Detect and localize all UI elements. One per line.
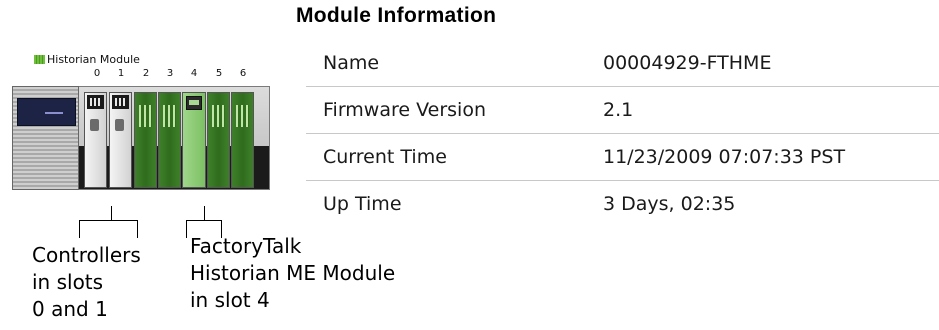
annotation-line: in slot 4 (190, 288, 270, 312)
controller-module-slot-0 (84, 92, 107, 188)
chassis-legend: Historian Module (34, 53, 140, 66)
slot-number: 5 (215, 68, 223, 79)
io-terminal-icon (163, 105, 176, 127)
info-row-up-time: Up Time 3 Days, 02:35 (306, 181, 939, 228)
historian-annotation: FactoryTalk Historian ME Module in slot … (190, 233, 395, 314)
slot-number: 4 (190, 68, 198, 79)
module-display-icon (87, 95, 104, 109)
module-info-table: Name 00004929-FTHME Firmware Version 2.1… (306, 40, 939, 227)
info-value: 2.1 (603, 86, 939, 134)
module-information-heading: Module Information (296, 4, 497, 27)
chassis-legend-label: Historian Module (47, 53, 140, 66)
slot-number: 6 (239, 68, 247, 79)
info-value: 00004929-FTHME (603, 40, 939, 87)
info-row-current-time: Current Time 11/23/2009 07:07:33 PST (306, 133, 939, 181)
info-row-firmware: Firmware Version 2.1 (306, 86, 939, 134)
annotation-line: 0 and 1 (32, 297, 108, 321)
key-switch-icon (115, 119, 124, 131)
slot-number: 3 (166, 68, 174, 79)
annotation-line: Historian ME Module (190, 261, 396, 285)
io-terminal-icon (236, 105, 249, 127)
historian-legend-swatch-icon (34, 55, 45, 64)
io-module-slot-2 (134, 92, 157, 188)
info-label: Up Time (323, 193, 402, 215)
module-display-icon (112, 95, 129, 109)
info-label: Name (306, 40, 603, 87)
controller-module-slot-1 (109, 92, 132, 188)
controllers-annotation: Controllers in slots 0 and 1 (32, 242, 141, 323)
info-row-name: Name 00004929-FTHME (306, 40, 939, 87)
annotation-line: Controllers (32, 243, 141, 267)
slot-number: 0 (93, 68, 101, 79)
info-label: Firmware Version (306, 86, 603, 134)
slot-number: 1 (117, 68, 125, 79)
key-switch-icon (90, 119, 99, 131)
io-module-slot-6 (231, 92, 254, 188)
annotation-line: in slots (32, 270, 104, 294)
power-supply-module (12, 86, 79, 190)
historian-module-slot-4 (182, 92, 206, 188)
annotation-line: FactoryTalk (190, 234, 302, 258)
info-value: 11/23/2009 07:07:33 PST (603, 133, 939, 181)
io-terminal-icon (212, 105, 225, 127)
controllers-bracket-stem (111, 206, 112, 220)
info-value: 3 Days, 02:35 (603, 193, 736, 215)
info-label: Current Time (306, 133, 603, 181)
historian-bracket-stem (204, 206, 205, 220)
io-module-slot-3 (158, 92, 181, 188)
controllers-bracket (79, 220, 138, 238)
slot-number: 2 (142, 68, 150, 79)
historian-display-icon (186, 96, 202, 110)
io-terminal-icon (139, 105, 152, 127)
io-module-slot-5 (207, 92, 230, 188)
power-supply-faceplate-icon (17, 98, 76, 126)
